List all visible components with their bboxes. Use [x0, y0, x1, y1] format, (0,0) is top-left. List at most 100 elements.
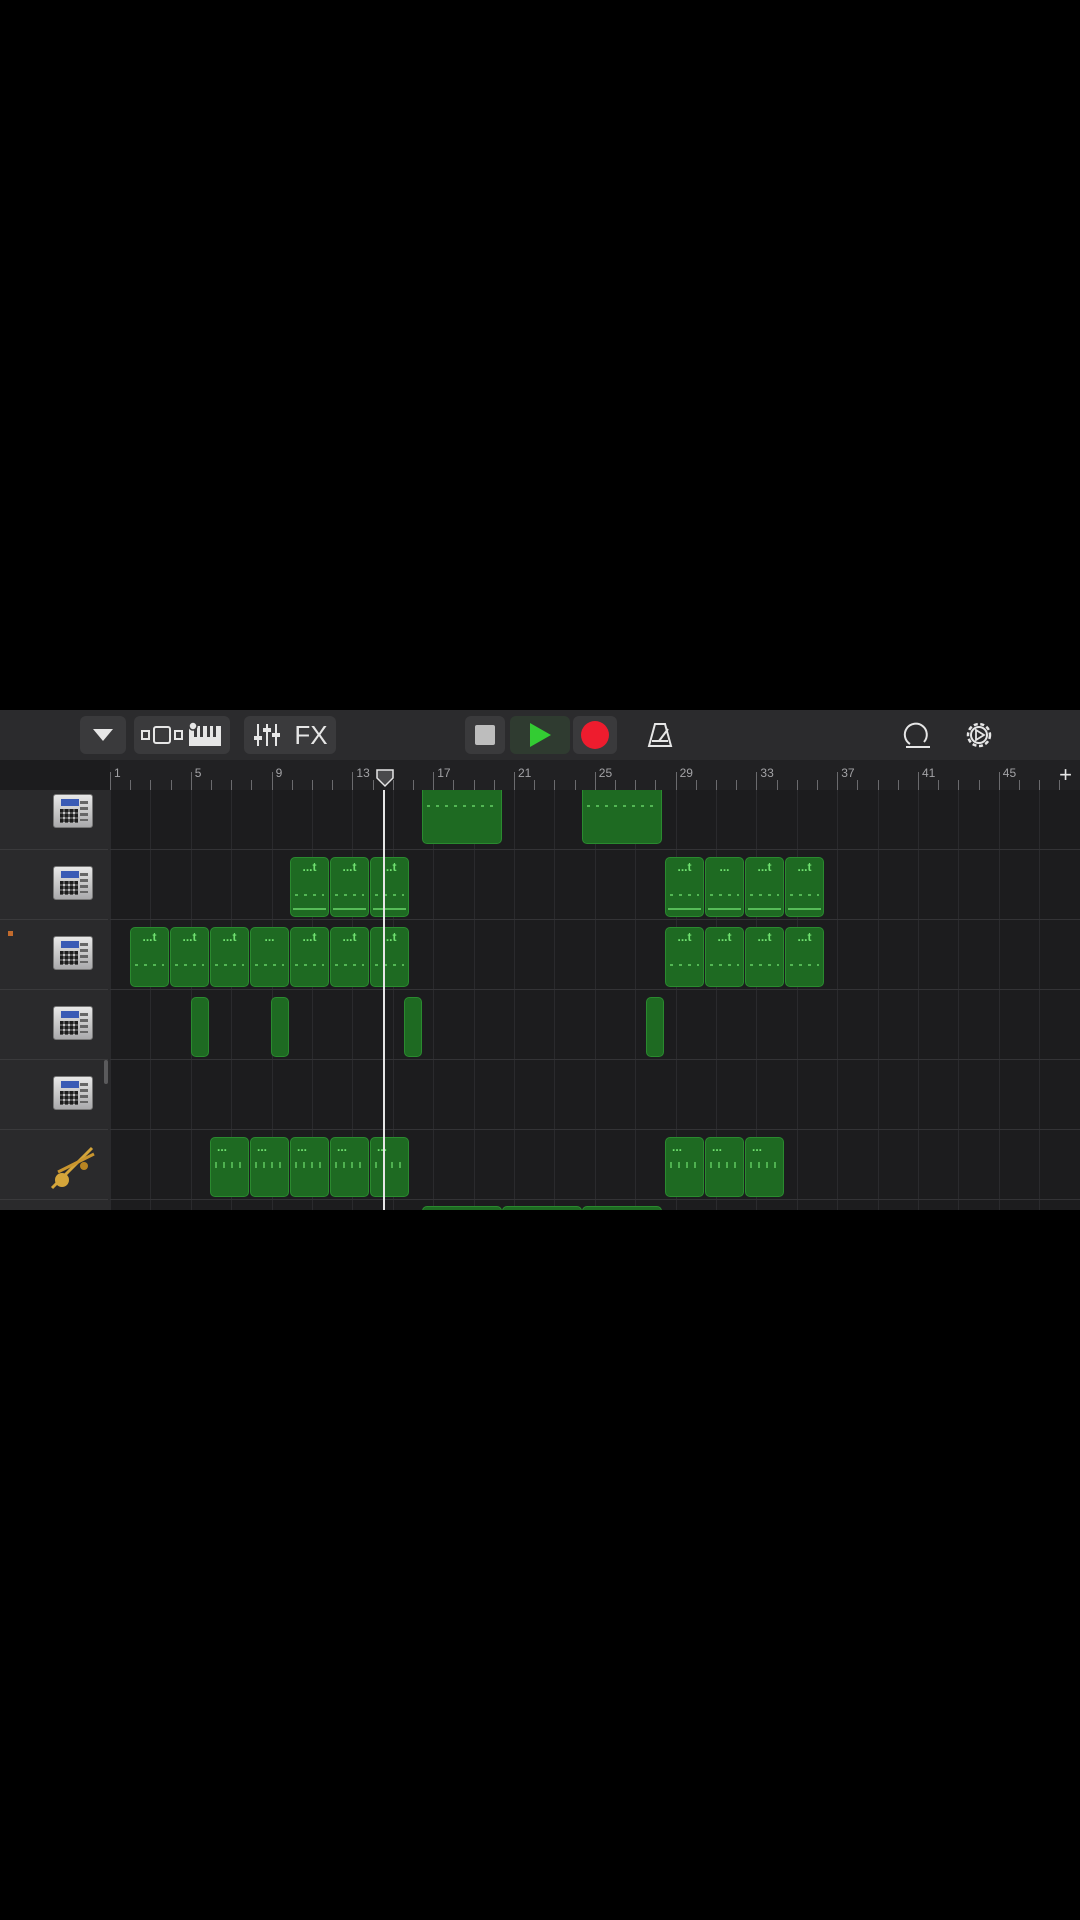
grid-line — [796, 790, 798, 1210]
track-region[interactable]: ...t — [370, 857, 409, 917]
region-notes — [255, 1162, 284, 1168]
track-region[interactable] — [271, 997, 289, 1057]
track-region[interactable]: ... — [745, 1137, 784, 1197]
region-label: Min...list — [423, 790, 501, 791]
stop-button[interactable] — [465, 716, 505, 754]
grid-line — [1039, 790, 1041, 1210]
track-region[interactable]: ...t — [665, 857, 704, 917]
ruler-tick — [271, 772, 273, 790]
track-region[interactable]: ...t — [170, 927, 209, 987]
region-label: ...t — [222, 930, 237, 944]
track-region[interactable]: ... — [705, 857, 744, 917]
track-region[interactable]: Min...list — [422, 790, 502, 844]
add-section-button[interactable]: + — [1059, 762, 1072, 788]
record-button[interactable] — [573, 716, 617, 754]
track-region[interactable]: ...t — [745, 927, 784, 987]
track-region[interactable]: ...t — [330, 857, 369, 917]
grid-line — [918, 790, 919, 1210]
track-region[interactable]: ...t — [210, 927, 249, 987]
bar-ruler[interactable]: 1 5 9 13 17 21 25 29 33 37 41 45 + — [110, 760, 1080, 791]
region-notes — [335, 964, 364, 966]
region-label: ...t — [677, 930, 692, 944]
drum-machine-icon — [53, 794, 93, 828]
track-region[interactable]: ... — [250, 1137, 289, 1197]
track-region[interactable]: ... — [210, 1137, 249, 1197]
track-region[interactable]: ...t — [290, 857, 329, 917]
track-region[interactable]: Bra...ble — [502, 1206, 582, 1210]
browser-menu-button[interactable] — [80, 716, 126, 754]
ruler-tick — [554, 780, 556, 790]
ruler-tick — [655, 780, 657, 790]
settings-icon — [966, 722, 992, 748]
ruler-tick — [958, 780, 960, 790]
track-header[interactable] — [0, 790, 108, 850]
track-region[interactable]: ... — [665, 1137, 704, 1197]
drum-machine-icon — [53, 936, 93, 970]
ruler-tick — [130, 780, 132, 790]
playhead[interactable] — [383, 790, 385, 1210]
playhead-handle-icon[interactable] — [375, 768, 395, 788]
region-notes — [335, 1162, 364, 1168]
garageband-tracks-view: FX 1 5 9 13 17 21 25 29 33 37 41 45 + ..… — [0, 710, 1080, 1210]
loop-browser-button[interactable] — [896, 716, 938, 754]
track-region[interactable]: ...t — [665, 927, 704, 987]
track-region[interactable]: Bra...ble — [422, 1206, 502, 1210]
grid-line — [877, 790, 879, 1210]
region-notes-line — [373, 908, 406, 910]
metronome-button[interactable] — [640, 716, 680, 754]
ruler-tick — [918, 772, 919, 790]
bar-number: 21 — [518, 766, 532, 780]
region-notes — [670, 1162, 699, 1168]
fx-button[interactable]: FX — [294, 720, 327, 751]
ruler-tick — [978, 780, 980, 790]
keyboard-icon[interactable] — [187, 722, 223, 748]
settings-button[interactable] — [958, 716, 1000, 754]
tracks-view-icon[interactable] — [141, 724, 183, 746]
track-region[interactable]: ... — [250, 927, 289, 987]
track-region[interactable]: Min...list — [582, 790, 662, 844]
play-button[interactable] — [510, 716, 570, 754]
region-notes — [790, 964, 819, 966]
ruler-tick — [190, 772, 192, 790]
mixer-icon[interactable] — [252, 721, 282, 749]
ruler-tick — [716, 780, 717, 790]
track-region[interactable]: ...t — [130, 927, 169, 987]
grid-line — [554, 790, 556, 1210]
bar-number: 5 — [194, 766, 202, 780]
track-header[interactable] — [0, 1060, 108, 1130]
track-region[interactable]: ... — [330, 1137, 369, 1197]
track-region[interactable]: ...t — [705, 927, 744, 987]
ruler-tick — [897, 780, 899, 790]
region-label: ... — [217, 1140, 228, 1154]
tracks-timeline[interactable]: Min...list Min...list ...t ...t ...t ...t....… — [110, 790, 1080, 1210]
track-header[interactable] — [0, 1200, 108, 1210]
track-region[interactable]: ... — [705, 1137, 744, 1197]
track-region[interactable]: ...t — [290, 927, 329, 987]
track-region[interactable]: ...t — [330, 927, 369, 987]
track-region[interactable]: Bra...ble — [582, 1206, 662, 1210]
track-header[interactable] — [0, 850, 108, 920]
bar-number: 9 — [275, 766, 283, 780]
ruler-tick — [615, 780, 616, 790]
track-region[interactable]: ...t — [370, 927, 409, 987]
ruler-tick — [736, 780, 738, 790]
track-region[interactable] — [191, 997, 209, 1057]
region-notes-line — [333, 908, 366, 910]
region-notes — [335, 894, 364, 896]
ruler-tick — [998, 772, 1000, 790]
track-header[interactable] — [0, 1130, 108, 1200]
track-region[interactable]: ... — [290, 1137, 329, 1197]
track-divider — [110, 1129, 1080, 1130]
track-region[interactable]: ...t — [745, 857, 784, 917]
track-header[interactable] — [0, 990, 108, 1060]
region-notes-line — [293, 908, 326, 910]
mixer-fx-group: FX — [244, 716, 336, 754]
track-region[interactable] — [404, 997, 422, 1057]
track-region[interactable]: ...t — [785, 927, 824, 987]
track-region[interactable]: ... — [370, 1137, 409, 1197]
ruler-tick — [1039, 780, 1041, 790]
region-label: ...t — [382, 930, 397, 944]
track-region[interactable]: ...t — [785, 857, 824, 917]
track-region[interactable] — [646, 997, 664, 1057]
track-header[interactable] — [0, 920, 108, 990]
